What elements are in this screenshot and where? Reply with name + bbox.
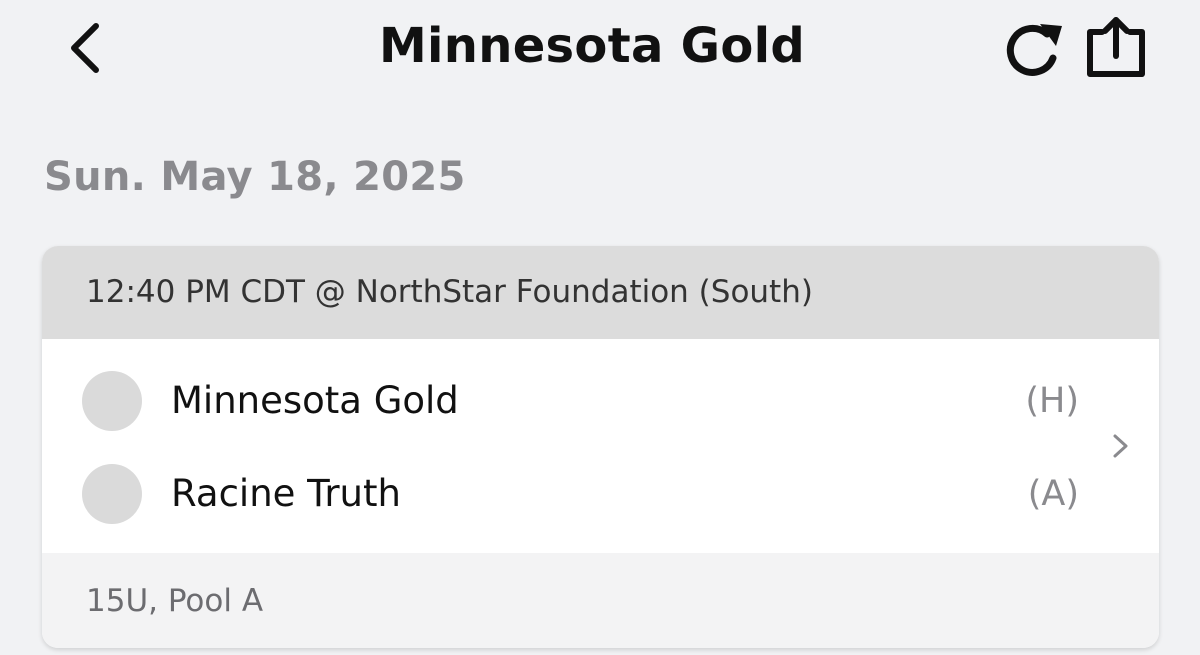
schedule-date-heading: Sun. May 18, 2025	[44, 154, 466, 200]
away-indicator: (A)	[1027, 474, 1079, 514]
team-logo-placeholder	[82, 464, 142, 524]
share-icon	[1087, 17, 1145, 77]
home-indicator: (H)	[1025, 381, 1079, 421]
game-card[interactable]: 12:40 PM CDT @ NorthStar Foundation (Sou…	[42, 246, 1159, 648]
share-button[interactable]	[1080, 12, 1152, 82]
team-logo-placeholder	[82, 371, 142, 431]
game-time-location: 12:40 PM CDT @ NorthStar Foundation (Sou…	[86, 274, 813, 310]
away-team-row: Racine Truth (A)	[42, 454, 1159, 534]
game-division: 15U, Pool A	[86, 583, 264, 619]
game-card-footer: 15U, Pool A	[42, 553, 1159, 648]
refresh-button[interactable]	[1000, 14, 1072, 82]
home-team-row: Minnesota Gold (H)	[42, 361, 1159, 441]
game-card-header: 12:40 PM CDT @ NorthStar Foundation (Sou…	[42, 246, 1159, 339]
away-team-name: Racine Truth	[171, 472, 401, 515]
top-navigation-bar: Minnesota Gold	[0, 0, 1200, 95]
refresh-icon	[1006, 24, 1062, 76]
home-team-name: Minnesota Gold	[171, 379, 459, 422]
chevron-right-icon	[1113, 434, 1128, 458]
